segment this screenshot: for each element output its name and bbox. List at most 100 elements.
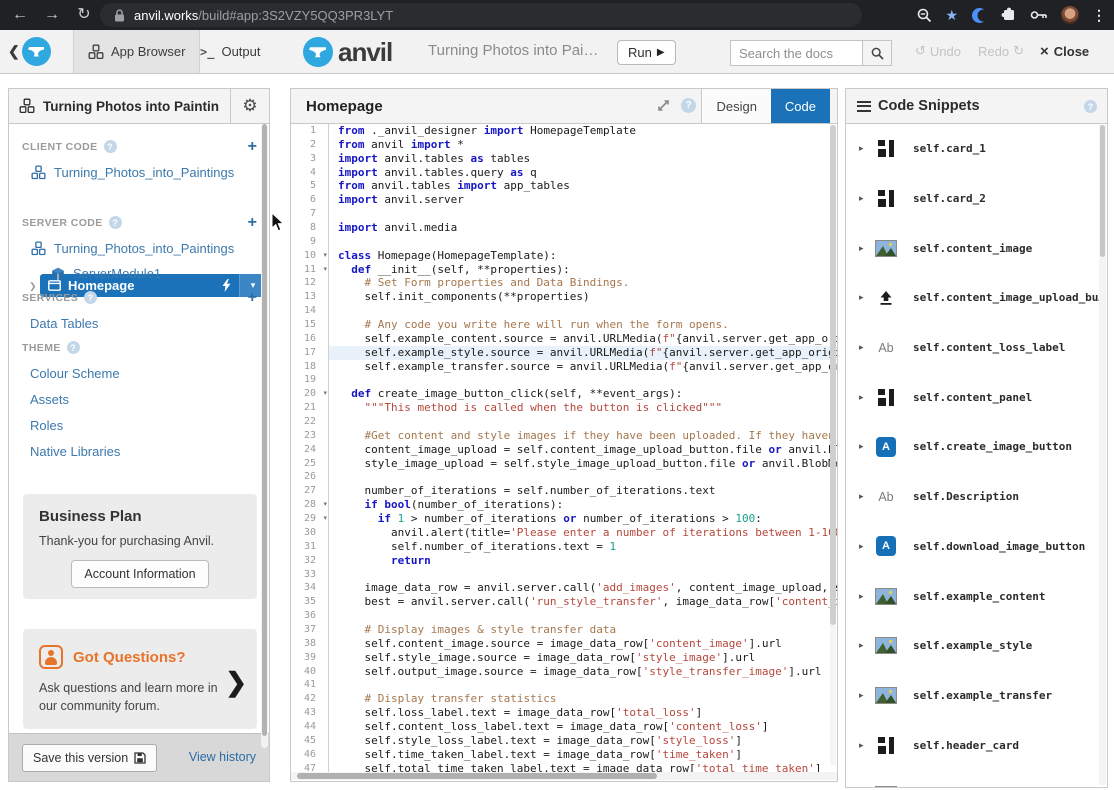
line-gutter[interactable]: 33 [291, 568, 329, 582]
sidebar-item-roles[interactable]: Roles [30, 418, 63, 433]
code-line-16[interactable]: 16 self.example_content.source = anvil.U… [291, 332, 837, 346]
caret-right-icon[interactable]: ▸ [859, 591, 873, 602]
run-button[interactable]: Run ▶ [617, 40, 676, 65]
code-line-32[interactable]: 32 return [291, 554, 837, 568]
snippet-item-self.example_transfer[interactable]: ▸self.example_transfer [846, 671, 1107, 721]
fold-caret-icon[interactable]: ▾ [323, 387, 327, 401]
code-line-11[interactable]: 11▾ def __init__(self, **properties): [291, 263, 837, 277]
line-gutter[interactable]: 36 [291, 609, 329, 623]
snippets-scrollbar[interactable] [1099, 125, 1106, 785]
snippet-item-self.content_panel[interactable]: ▸self.content_panel [846, 372, 1107, 422]
line-gutter[interactable]: 20▾ [291, 387, 329, 401]
fold-caret-icon[interactable]: ▾ [323, 263, 327, 277]
caret-right-icon[interactable]: ▸ [859, 640, 873, 651]
tab-app-browser[interactable]: App Browser [73, 30, 200, 73]
snippet-item-self.example_style[interactable]: ▸self.example_style [846, 621, 1107, 671]
sidebar-scrollbar[interactable] [261, 124, 268, 748]
code-line-25[interactable]: 25 style_image_upload = self.style_image… [291, 457, 837, 471]
code-line-6[interactable]: 6import anvil.server [291, 193, 837, 207]
code-line-12[interactable]: 12 # Set Form properties and Data Bindin… [291, 276, 837, 290]
code-line-33[interactable]: 33 [291, 568, 837, 582]
address-bar[interactable]: anvil.works/build#app:3S2VZY5QQ3PR3LYT [100, 3, 862, 27]
code-editor[interactable]: 1from ._anvil_designer import HomepageTe… [291, 124, 837, 774]
code-line-34[interactable]: 34 image_data_row = anvil.server.call('a… [291, 581, 837, 595]
line-gutter[interactable]: 21 [291, 401, 329, 415]
app-settings-button[interactable]: ⚙ [230, 89, 269, 123]
line-gutter[interactable]: 35 [291, 595, 329, 609]
collapse-chevron-icon[interactable]: ❮ [8, 43, 20, 60]
zoom-icon[interactable] [917, 8, 932, 23]
extensions-puzzle-icon[interactable] [1001, 7, 1017, 23]
snippet-item-self.download_image_button[interactable]: ▸Aself.download_image_button [846, 522, 1107, 572]
sidebar-item-colour-scheme[interactable]: Colour Scheme [30, 366, 120, 381]
line-gutter[interactable]: 16 [291, 332, 329, 346]
code-line-37[interactable]: 37 # Display images & style transfer dat… [291, 623, 837, 637]
help-icon[interactable]: ? [67, 341, 80, 354]
code-line-3[interactable]: 3import anvil.tables as tables [291, 152, 837, 166]
password-key-icon[interactable] [1030, 9, 1048, 21]
line-gutter[interactable]: 22 [291, 415, 329, 429]
code-line-27[interactable]: 27 number_of_iterations = self.number_of… [291, 484, 837, 498]
code-line-10[interactable]: 10▾class Homepage(HomepageTemplate): [291, 249, 837, 263]
help-icon[interactable]: ? [104, 140, 117, 153]
code-line-26[interactable]: 26 [291, 470, 837, 484]
line-gutter[interactable]: 7 [291, 207, 329, 221]
line-gutter[interactable]: 4 [291, 166, 329, 180]
line-gutter[interactable]: 8 [291, 221, 329, 235]
close-button[interactable]: × Close [1040, 43, 1089, 60]
help-icon[interactable]: ? [681, 98, 696, 113]
caret-right-icon[interactable]: ▸ [859, 342, 873, 353]
caret-right-icon[interactable]: ▸ [859, 193, 873, 204]
line-gutter[interactable]: 5 [291, 179, 329, 193]
line-gutter[interactable]: 44 [291, 720, 329, 734]
forum-chevron-icon[interactable]: ❯ [225, 667, 247, 698]
code-line-30[interactable]: 30 anvil.alert(title='Please enter a num… [291, 526, 837, 540]
bookmark-star-icon[interactable]: ★ [945, 7, 958, 24]
snippet-item-self.header_card[interactable]: ▸self.header_card [846, 720, 1107, 770]
add-server-code-button[interactable]: + [248, 217, 257, 229]
help-icon[interactable]: ? [109, 216, 122, 229]
line-gutter[interactable]: 45 [291, 734, 329, 748]
undo-button[interactable]: ↺ Undo [915, 43, 961, 59]
line-gutter[interactable]: 12 [291, 276, 329, 290]
line-gutter[interactable]: 34 [291, 581, 329, 595]
line-gutter[interactable]: 46 [291, 748, 329, 762]
caret-right-icon[interactable]: ▸ [859, 143, 873, 154]
line-gutter[interactable]: 30 [291, 526, 329, 540]
line-gutter[interactable]: 11▾ [291, 263, 329, 277]
snippet-item-self.example_content[interactable]: ▸self.example_content [846, 571, 1107, 621]
code-line-23[interactable]: 23 #Get content and style images if they… [291, 429, 837, 443]
line-gutter[interactable]: 26 [291, 470, 329, 484]
expand-icon[interactable] [656, 98, 671, 113]
code-line-1[interactable]: 1from ._anvil_designer import HomepageTe… [291, 124, 837, 138]
fold-caret-icon[interactable]: ▾ [323, 249, 327, 263]
code-line-45[interactable]: 45 self.style_loss_label.text = image_da… [291, 734, 837, 748]
line-gutter[interactable]: 17 [291, 346, 329, 360]
line-gutter[interactable]: 3 [291, 152, 329, 166]
code-line-24[interactable]: 24 content_image_upload = self.content_i… [291, 443, 837, 457]
code-line-13[interactable]: 13 self.init_components(**properties) [291, 290, 837, 304]
code-line-46[interactable]: 46 self.time_taken_label.text = image_da… [291, 748, 837, 762]
line-gutter[interactable]: 19 [291, 373, 329, 387]
caret-right-icon[interactable]: ▸ [859, 690, 873, 701]
code-line-36[interactable]: 36 [291, 609, 837, 623]
line-gutter[interactable]: 15 [291, 318, 329, 332]
code-line-42[interactable]: 42 # Display transfer statistics [291, 692, 837, 706]
docs-search-button[interactable] [862, 40, 892, 66]
got-questions-card[interactable]: Got Questions? Ask questions and learn m… [23, 629, 257, 729]
line-gutter[interactable]: 18 [291, 360, 329, 374]
line-gutter[interactable]: 42 [291, 692, 329, 706]
line-gutter[interactable]: 39 [291, 651, 329, 665]
line-gutter[interactable]: 32 [291, 554, 329, 568]
editor-vertical-scrollbar[interactable] [830, 125, 836, 765]
code-line-18[interactable]: 18 self.example_transfer.source = anvil.… [291, 360, 837, 374]
line-gutter[interactable]: 2 [291, 138, 329, 152]
code-line-40[interactable]: 40 self.output_image.source = image_data… [291, 665, 837, 679]
code-line-21[interactable]: 21 """This method is called when the but… [291, 401, 837, 415]
snippet-item-self.content_image_upload_bu…[interactable]: ▸self.content_image_upload_bu… [846, 273, 1107, 323]
sidebar-item-client-package[interactable]: Turning_Photos_into_Paintings [31, 165, 234, 180]
extension-crescent-icon[interactable] [971, 7, 988, 24]
sidebar-item-server-package[interactable]: Turning_Photos_into_Paintings [31, 241, 234, 256]
line-gutter[interactable]: 10▾ [291, 249, 329, 263]
redo-button[interactable]: Redo ↻ [978, 43, 1024, 59]
